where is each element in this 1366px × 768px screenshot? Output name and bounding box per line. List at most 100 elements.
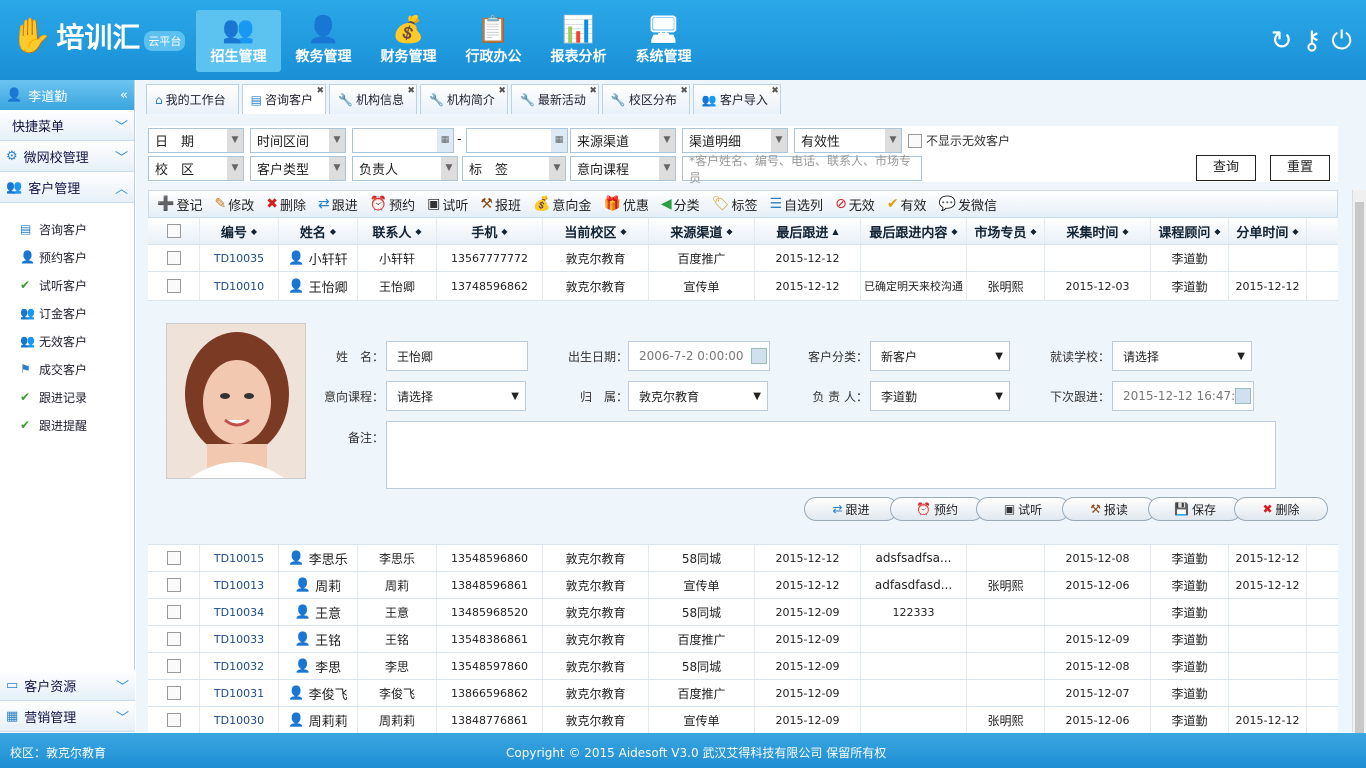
column-header[interactable]: 手机 ◆ <box>437 218 543 244</box>
sidebar-item-4[interactable]: 👥 无效客户 <box>20 327 134 355</box>
owner-select-detail[interactable]: 李道勤 ▼ <box>870 381 1010 411</box>
toolbar-button-1[interactable]: ✎ 修改 <box>214 195 254 214</box>
table-row[interactable]: TD10013 👤 周莉 周莉 13848596861 敦克尔教育 宣传单 2015-12-1… <box>148 572 1338 599</box>
toolbar-button-3[interactable]: ⇄ 跟进 <box>318 195 358 214</box>
campus-select[interactable]: 校 区 ▼ <box>148 156 244 181</box>
column-header[interactable]: 最后跟进内容 ◆ <box>861 218 967 244</box>
column-header[interactable]: 最后跟进 ▲ <box>755 218 861 244</box>
calendar-icon[interactable] <box>751 348 767 364</box>
close-icon[interactable]: ✖ <box>589 86 597 96</box>
sidebar-item-2[interactable]: ✔ 试听客户 <box>20 271 134 299</box>
toolbar-button-0[interactable]: ➕ 登记 <box>157 195 202 214</box>
tab-1[interactable]: ▤ 咨询客户 ✖ <box>241 84 326 114</box>
tag-select[interactable]: 标 签 ▼ <box>462 156 566 181</box>
validity-select[interactable]: 有效性 ▼ <box>794 128 902 153</box>
refresh-icon[interactable]: ↻ <box>1271 26 1293 57</box>
sidebar-section-0[interactable]: 快捷菜单 ﹀ <box>0 110 134 141</box>
sidebar-bottom-1[interactable]: ▦ 营销管理 ﹀ <box>0 701 135 732</box>
belong-select[interactable]: 敦克尔教育 ▼ <box>628 381 768 411</box>
toolbar-button-8[interactable]: 🎁 优惠 <box>603 195 648 214</box>
birth-date-field[interactable]: 2006-7-2 0:00:00 <box>628 341 770 371</box>
toolbar-button-13[interactable]: ✔ 有效 <box>887 195 927 214</box>
source-select[interactable]: 来源渠道 ▼ <box>570 128 676 153</box>
sidebar-item-7[interactable]: ✔ 跟进提醒 <box>20 411 134 439</box>
nav-item-1[interactable]: 👤 教务管理 <box>281 10 366 72</box>
column-header[interactable]: 课程顾问 ◆ <box>1151 218 1229 244</box>
table-row[interactable]: TD10035 👤 小轩轩 小轩轩 13567777772 敦克尔教育 百度推广 2015-1… <box>148 245 1338 272</box>
select-all-checkbox[interactable] <box>166 224 181 238</box>
toolbar-button-10[interactable]: 🏷 标签 <box>712 195 758 214</box>
hide-invalid-checkbox[interactable]: 不显示无效客户 <box>908 132 1010 149</box>
sidebar-item-6[interactable]: ✔ 跟进记录 <box>20 383 134 411</box>
period-select[interactable]: 时间区间 ▼ <box>250 128 346 153</box>
name-field[interactable]: 王怡卿 <box>386 341 528 371</box>
detail-button-1[interactable]: ⏰ 预约 <box>890 497 984 521</box>
category-select[interactable]: 新客户 ▼ <box>870 341 1010 371</box>
row-checkbox[interactable] <box>166 713 181 727</box>
nav-item-3[interactable]: 📋 行政办公 <box>451 10 536 72</box>
row-checkbox[interactable] <box>166 686 181 700</box>
toolbar-button-14[interactable]: 💬 发微信 <box>939 195 997 214</box>
search-input[interactable]: *客户姓名、编号、电话、联系人、市场专员 <box>682 154 922 185</box>
table-row[interactable]: TD10030 👤 周莉莉 周莉莉 13848776861 敦克尔教育 宣传单 2015-12… <box>148 707 1338 734</box>
row-checkbox[interactable] <box>166 279 181 293</box>
start-date-input[interactable]: ▦ <box>352 128 454 153</box>
nav-item-4[interactable]: 📊 报表分析 <box>536 10 621 72</box>
remark-textarea[interactable] <box>386 421 1276 489</box>
detail-button-5[interactable]: ✖ 删除 <box>1234 497 1328 521</box>
nav-item-2[interactable]: 💰 财务管理 <box>366 10 451 72</box>
column-header[interactable]: 采集时间 ◆ <box>1045 218 1151 244</box>
collapse-icon[interactable]: « <box>120 88 128 103</box>
customer-type-select[interactable]: 客户类型 ▼ <box>250 156 346 181</box>
tab-6[interactable]: 👥 客户导入 ✖ <box>692 84 781 114</box>
toolbar-button-9[interactable]: ◀ 分类 <box>661 195 700 214</box>
row-checkbox[interactable] <box>166 551 181 565</box>
toolbar-button-5[interactable]: ▣ 试听 <box>427 195 468 214</box>
detail-button-4[interactable]: 💾 保存 <box>1148 497 1242 521</box>
calendar-icon[interactable] <box>1235 388 1251 404</box>
toolbar-button-6[interactable]: ⚒ 报班 <box>480 195 521 214</box>
column-header[interactable]: 当前校区 ◆ <box>543 218 649 244</box>
toolbar-button-12[interactable]: ⊘ 无效 <box>835 195 875 214</box>
key-icon[interactable]: ⚷ <box>1302 26 1321 57</box>
sidebar-item-3[interactable]: 👥 订金客户 <box>20 299 134 327</box>
row-checkbox[interactable] <box>166 605 181 619</box>
table-row[interactable]: TD10033 👤 王铭 王铭 13548386861 敦克尔教育 百度推广 2015-12-… <box>148 626 1338 653</box>
column-header[interactable]: 来源渠道 ◆ <box>649 218 755 244</box>
detail-button-3[interactable]: ⚒ 报读 <box>1062 497 1156 521</box>
row-checkbox[interactable] <box>166 632 181 646</box>
sidebar-section-2[interactable]: 👥 客户管理 ︿ <box>0 172 134 203</box>
tab-2[interactable]: 🔧 机构信息 ✖ <box>329 84 417 114</box>
scrollbar[interactable] <box>1352 190 1366 742</box>
tab-5[interactable]: 🔧 校区分布 ✖ <box>601 84 690 114</box>
toolbar-button-11[interactable]: ☰ 自选列 <box>769 195 823 214</box>
close-icon[interactable]: ✖ <box>407 86 415 96</box>
toolbar-button-4[interactable]: ⏰ 预约 <box>370 195 415 214</box>
end-date-input[interactable]: ▦ <box>466 128 568 153</box>
close-icon[interactable]: ✖ <box>771 86 779 96</box>
query-button[interactable]: 查询 <box>1196 155 1256 181</box>
detail-button-2[interactable]: ▣ 试听 <box>976 497 1070 521</box>
toolbar-button-2[interactable]: ✖ 删除 <box>266 195 306 214</box>
column-header[interactable]: 联系人 ◆ <box>358 218 437 244</box>
close-icon[interactable]: ✖ <box>680 86 688 96</box>
toolbar-button-7[interactable]: 💰 意向金 <box>533 195 591 214</box>
nav-item-0[interactable]: 👥 招生管理 <box>196 10 281 72</box>
power-icon[interactable]: ⏻ <box>1331 26 1352 57</box>
detail-button-0[interactable]: ⇄ 跟进 <box>804 497 898 521</box>
owner-select[interactable]: 负责人 ▼ <box>352 156 458 181</box>
course-select[interactable]: 意向课程 ▼ <box>570 156 676 181</box>
column-header[interactable]: 市场专员 ◆ <box>967 218 1045 244</box>
column-header[interactable]: 编号 ◆ <box>200 218 279 244</box>
channel-detail-select[interactable]: 渠道明细 ▼ <box>682 128 788 153</box>
nav-item-5[interactable]: 🖥 系统管理 <box>621 10 706 72</box>
row-checkbox[interactable] <box>166 659 181 673</box>
table-row[interactable]: TD10032 👤 李思 李思 13548597860 敦克尔教育 58同城 2015-12-… <box>148 653 1338 680</box>
sidebar-item-5[interactable]: ⚑ 成交客户 <box>20 355 134 383</box>
intended-course-select[interactable]: 请选择 ▼ <box>386 381 526 411</box>
close-icon[interactable]: ✖ <box>316 86 324 96</box>
sidebar-item-0[interactable]: ▤ 咨询客户 <box>20 215 134 243</box>
sidebar-bottom-0[interactable]: ▭ 客户资源 ﹀ <box>0 670 135 701</box>
tab-0[interactable]: ⌂ 我的工作台 <box>146 84 239 114</box>
sidebar-user[interactable]: 👤 李道勤 « <box>0 80 134 110</box>
